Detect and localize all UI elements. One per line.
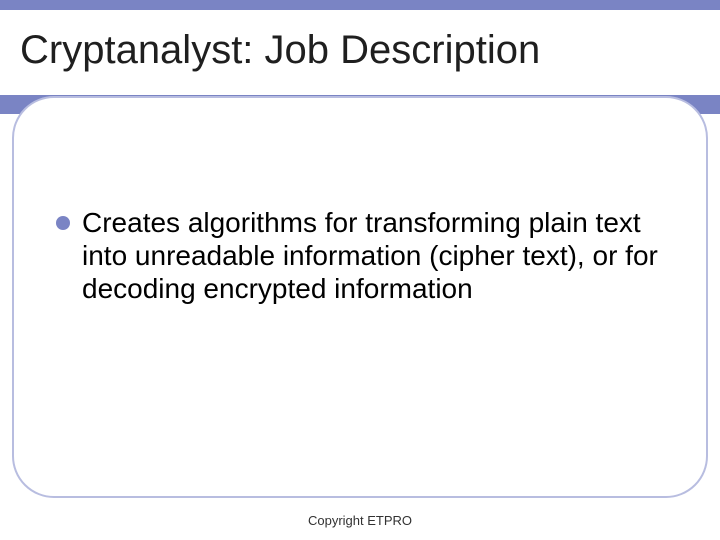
list-item: Creates algorithms for transforming plai… <box>54 206 658 305</box>
slide-title: Cryptanalyst: Job Description <box>20 28 540 73</box>
title-area: Cryptanalyst: Job Description <box>0 10 720 95</box>
bullet-icon <box>56 216 70 230</box>
footer-copyright: Copyright ETPRO <box>0 513 720 528</box>
bullet-list: Creates algorithms for transforming plai… <box>54 206 658 305</box>
slide: Cryptanalyst: Job Description Creates al… <box>0 0 720 540</box>
content-card: Creates algorithms for transforming plai… <box>12 96 708 498</box>
bullet-text: Creates algorithms for transforming plai… <box>82 207 658 304</box>
top-accent-bar <box>0 0 720 10</box>
